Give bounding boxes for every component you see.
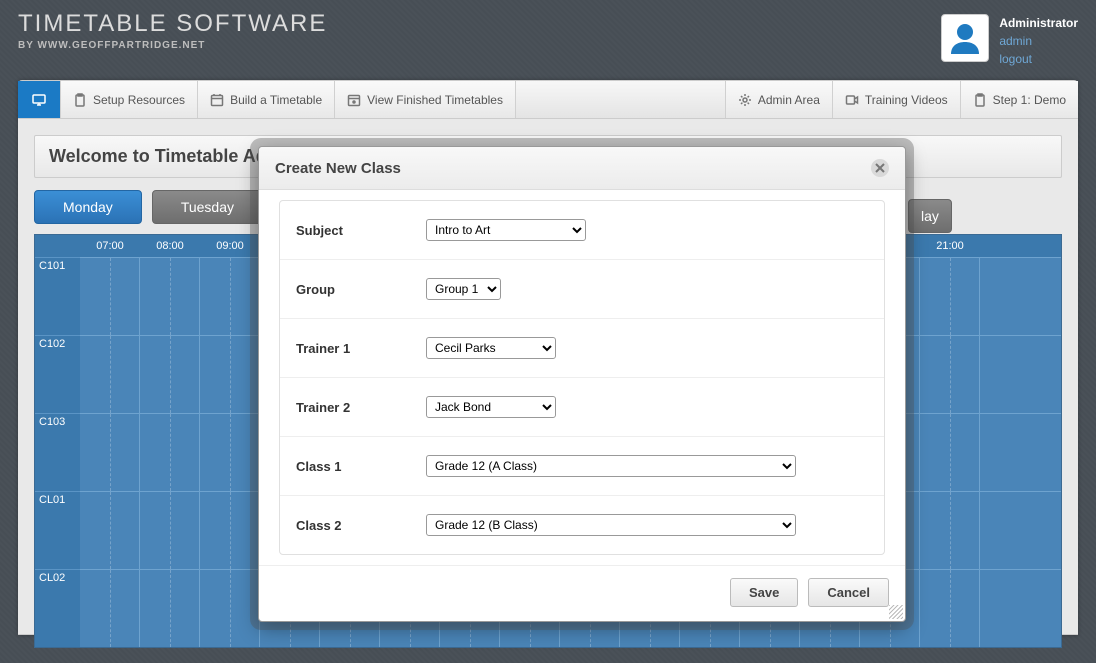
modal-titlebar[interactable]: Create New Class: [259, 147, 905, 190]
row-group: Group Group 1: [280, 260, 884, 319]
grid-cell[interactable]: [140, 492, 200, 569]
logo-title: TIMETABLE SOFTWARE: [18, 10, 327, 38]
grid-cell[interactable]: [200, 492, 260, 569]
select-trainer2[interactable]: Jack Bond: [426, 396, 556, 418]
video-icon: [845, 93, 859, 107]
row-trainer1: Trainer 1 Cecil Parks: [280, 319, 884, 378]
room-label: CL02: [35, 569, 80, 647]
grid-cell[interactable]: [920, 570, 980, 647]
toolbar-label: View Finished Timetables: [367, 93, 503, 107]
form-card: Subject Intro to Art Group Group 1 Train…: [279, 200, 885, 555]
toolbar-home[interactable]: [18, 81, 61, 118]
day-tab-partial[interactable]: lay: [908, 199, 952, 233]
toolbar-build[interactable]: Build a Timetable: [198, 81, 335, 118]
toolbar-left: Setup Resources Build a Timetable View Fin…: [18, 81, 516, 118]
calendar-build-icon: [210, 93, 224, 107]
grid-cell[interactable]: [80, 570, 140, 647]
logo-block: TIMETABLE SOFTWARE BY WWW.GEOFFPARTRIDGE…: [18, 10, 327, 51]
username-link[interactable]: admin: [999, 32, 1078, 50]
calendar-view-icon: [347, 93, 361, 107]
label-class2: Class 2: [296, 518, 426, 533]
select-subject[interactable]: Intro to Art: [426, 219, 586, 241]
save-button[interactable]: Save: [730, 578, 798, 607]
grid-cell[interactable]: [80, 258, 140, 335]
toolbar-label: Training Videos: [865, 93, 948, 107]
label-trainer1: Trainer 1: [296, 341, 426, 356]
grid-cell[interactable]: [920, 258, 980, 335]
select-trainer1[interactable]: Cecil Parks: [426, 337, 556, 359]
select-group[interactable]: Group 1: [426, 278, 501, 300]
grid-cell[interactable]: [140, 414, 200, 491]
modal-title: Create New Class: [275, 160, 401, 177]
grid-cell[interactable]: [920, 414, 980, 491]
close-icon[interactable]: [871, 159, 889, 177]
time-slot: 21:00: [920, 240, 980, 252]
resize-grip[interactable]: [889, 605, 903, 619]
toolbar: Setup Resources Build a Timetable View Fin…: [18, 81, 1078, 119]
row-subject: Subject Intro to Art: [280, 201, 884, 260]
monitor-icon: [32, 93, 46, 107]
label-class1: Class 1: [296, 459, 426, 474]
row-trainer2: Trainer 2 Jack Bond: [280, 378, 884, 437]
grid-cell[interactable]: [80, 414, 140, 491]
room-label: C102: [35, 335, 80, 413]
time-slot: 07:00: [80, 240, 140, 252]
grid-cell[interactable]: [200, 258, 260, 335]
app-header: TIMETABLE SOFTWARE BY WWW.GEOFFPARTRIDGE…: [0, 0, 1096, 80]
toolbar-admin[interactable]: Admin Area: [725, 81, 832, 118]
gear-icon: [738, 93, 752, 107]
toolbar-view[interactable]: View Finished Timetables: [335, 81, 516, 118]
logo-subtitle: BY WWW.GEOFFPARTRIDGE.NET: [18, 40, 327, 51]
room-label: C101: [35, 257, 80, 335]
grid-cell[interactable]: [140, 336, 200, 413]
select-class1[interactable]: Grade 12 (A Class): [426, 455, 796, 477]
toolbar-label: Step 1: Demo: [993, 93, 1066, 107]
day-tab-monday[interactable]: Monday: [34, 190, 142, 224]
toolbar-step1[interactable]: Step 1: Demo: [960, 81, 1078, 118]
room-label: C103: [35, 413, 80, 491]
create-class-modal: Create New Class Subject Intro to Art Gr…: [258, 146, 906, 622]
user-info: Administrator admin logout: [999, 14, 1078, 68]
label-trainer2: Trainer 2: [296, 400, 426, 415]
modal-footer: Save Cancel: [259, 565, 905, 621]
toolbar-training[interactable]: Training Videos: [832, 81, 960, 118]
select-class2[interactable]: Grade 12 (B Class): [426, 514, 796, 536]
grid-cell[interactable]: [140, 258, 200, 335]
user-block: Administrator admin logout: [941, 10, 1078, 68]
row-class1: Class 1 Grade 12 (A Class): [280, 437, 884, 496]
toolbar-label: Build a Timetable: [230, 93, 322, 107]
grid-cell[interactable]: [80, 336, 140, 413]
clipboard-icon: [73, 93, 87, 107]
modal-body: Subject Intro to Art Group Group 1 Train…: [259, 190, 905, 565]
user-icon: [947, 20, 983, 56]
grid-cell[interactable]: [200, 414, 260, 491]
toolbar-label: Setup Resources: [93, 93, 185, 107]
avatar[interactable]: [941, 14, 989, 62]
logout-link[interactable]: logout: [999, 50, 1078, 68]
room-label: CL01: [35, 491, 80, 569]
toolbar-right: Admin Area Training Videos Step 1: Demo: [725, 81, 1078, 118]
user-display-name: Administrator: [999, 14, 1078, 32]
toolbar-setup[interactable]: Setup Resources: [61, 81, 198, 118]
label-group: Group: [296, 282, 426, 297]
grid-cell[interactable]: [140, 570, 200, 647]
grid-cell[interactable]: [200, 570, 260, 647]
room-labels: C101C102C103CL01CL02: [35, 257, 80, 647]
cancel-button[interactable]: Cancel: [808, 578, 889, 607]
label-subject: Subject: [296, 223, 426, 238]
grid-cell[interactable]: [920, 336, 980, 413]
grid-cell[interactable]: [200, 336, 260, 413]
clipboard-icon: [973, 93, 987, 107]
row-class2: Class 2 Grade 12 (B Class): [280, 496, 884, 554]
grid-cell[interactable]: [920, 492, 980, 569]
grid-cell[interactable]: [80, 492, 140, 569]
time-slot: 08:00: [140, 240, 200, 252]
toolbar-label: Admin Area: [758, 93, 820, 107]
time-slot: 09:00: [200, 240, 260, 252]
day-tab-tuesday[interactable]: Tuesday: [152, 190, 263, 224]
